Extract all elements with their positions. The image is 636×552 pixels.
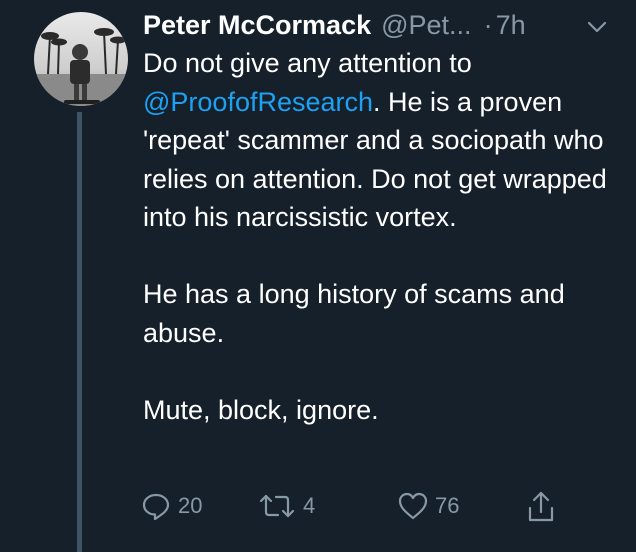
mention-link[interactable]: @ProofofResearch — [143, 87, 373, 117]
tweet-actions: 20 4 76 — [140, 490, 610, 526]
avatar[interactable] — [34, 12, 128, 106]
avatar-photo — [34, 12, 128, 106]
tweet-text-start: Do not give any attention to — [143, 48, 472, 78]
share-icon — [528, 491, 554, 522]
author-name[interactable]: Peter McCormack — [143, 10, 371, 41]
tweet-text: Do not give any attention to @ProofofRes… — [143, 44, 623, 429]
separator-dot: · — [483, 10, 493, 40]
tweet: Peter McCormack @Pet... · 7h Do not give… — [0, 0, 636, 552]
retweet-button[interactable]: 4 — [257, 490, 315, 522]
tweet-header: Peter McCormack @Pet... · 7h — [143, 10, 623, 48]
retweet-count: 4 — [303, 493, 316, 518]
tweet-paragraph-1: Do not give any attention to @ProofofRes… — [143, 44, 623, 237]
reply-button[interactable]: 20 — [140, 490, 202, 522]
retweet-icon — [259, 494, 295, 518]
like-count: 76 — [435, 493, 460, 518]
author-handle[interactable]: @Pet... — [381, 10, 471, 41]
chevron-down-icon[interactable] — [584, 14, 610, 40]
reply-count: 20 — [178, 493, 203, 518]
reply-icon — [142, 493, 170, 521]
like-button[interactable]: 76 — [397, 490, 459, 522]
tweet-paragraph-3: Mute, block, ignore. — [143, 394, 379, 425]
tweet-paragraph-2: He has a long history of scams and abuse… — [143, 279, 565, 348]
heart-icon — [398, 492, 428, 520]
tweet-time[interactable]: 7h — [496, 10, 526, 41]
share-button[interactable] — [525, 490, 557, 524]
thread-line — [77, 112, 82, 552]
